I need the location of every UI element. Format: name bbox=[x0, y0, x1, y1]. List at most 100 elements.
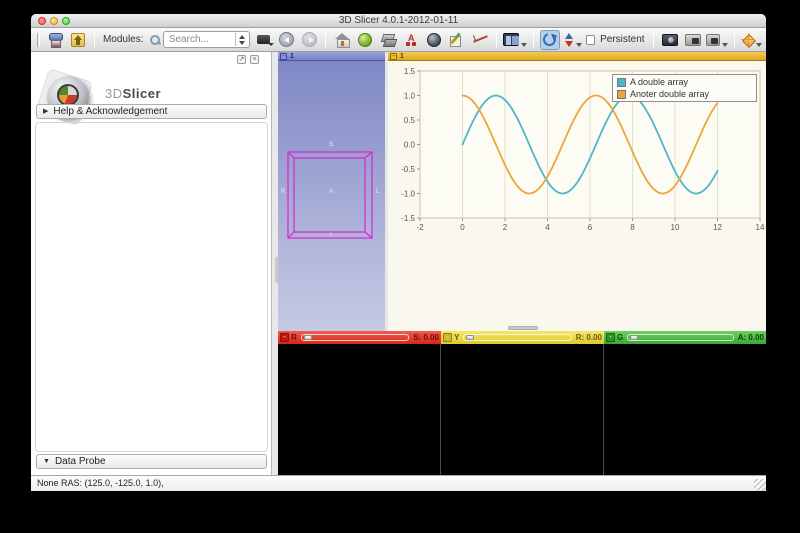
view-pin-button[interactable]: - bbox=[606, 333, 615, 342]
svg-text:-1.5: -1.5 bbox=[401, 214, 415, 223]
screenshot-button[interactable] bbox=[660, 30, 680, 50]
view-pin-button[interactable]: - bbox=[390, 53, 397, 60]
status-text: None RAS: (125.0, -125.0, 1.0), bbox=[37, 478, 164, 488]
scene-view-restore-icon bbox=[706, 34, 721, 46]
data-probe-label: Data Probe bbox=[55, 456, 106, 467]
threeD-viewport[interactable]: S I R L A bbox=[278, 61, 385, 331]
data-module-button[interactable] bbox=[378, 30, 398, 50]
green-slice-controller-bar: - G A: 0.00 bbox=[604, 331, 766, 344]
module-back-button[interactable] bbox=[276, 30, 296, 50]
extensions-module-button[interactable] bbox=[355, 30, 375, 50]
axis-label-right: R bbox=[281, 189, 285, 195]
load-data-button[interactable] bbox=[45, 30, 65, 50]
svg-text:14: 14 bbox=[756, 223, 765, 232]
yellow-slice-viewport[interactable] bbox=[441, 344, 604, 475]
persistent-checkbox[interactable] bbox=[586, 35, 596, 45]
module-history-button[interactable] bbox=[253, 30, 273, 50]
threeD-view-header[interactable]: - 1 bbox=[278, 52, 385, 61]
module-search-combobox[interactable]: Search... bbox=[163, 31, 250, 48]
svg-text:12: 12 bbox=[713, 223, 722, 232]
measurements-ruler-icon bbox=[473, 33, 488, 46]
yellow-slice-view[interactable]: - Y R: 0.00 bbox=[441, 331, 604, 475]
row-splitter-handle[interactable] bbox=[508, 326, 538, 330]
dropdown-caret-icon bbox=[576, 43, 582, 47]
green-slice-offset-slider[interactable] bbox=[627, 334, 734, 341]
toolbar-grip[interactable] bbox=[37, 33, 40, 47]
measurements-module-button[interactable] bbox=[470, 30, 490, 50]
threeD-view-tag: 1 bbox=[290, 53, 294, 60]
yellow-slice-offset-slider[interactable] bbox=[463, 334, 571, 341]
toolbar-separator bbox=[94, 32, 95, 48]
slider-handle[interactable] bbox=[466, 335, 474, 340]
toolbar-separator bbox=[653, 32, 654, 48]
logo-cutaway bbox=[57, 84, 79, 106]
view-pin-button[interactable]: - bbox=[280, 53, 287, 60]
window-title: 3D Slicer 4.0.1-2012-01-11 bbox=[31, 14, 766, 28]
editor-module-button[interactable] bbox=[447, 30, 467, 50]
collapsed-arrow-icon: ▶ bbox=[43, 105, 48, 118]
history-back-icon bbox=[279, 32, 294, 47]
view-pin-button[interactable]: - bbox=[443, 333, 452, 342]
slider-handle[interactable] bbox=[630, 335, 638, 340]
home-module-button[interactable] bbox=[332, 30, 352, 50]
models-module-button[interactable] bbox=[424, 30, 444, 50]
extensions-sphere-icon bbox=[358, 33, 372, 47]
layout-selector-button[interactable] bbox=[503, 30, 527, 50]
screenshot-icon bbox=[662, 34, 678, 46]
threeD-view[interactable]: - 1 S I R L A bbox=[278, 52, 385, 331]
search-icon[interactable] bbox=[149, 34, 160, 46]
toolbar-separator bbox=[533, 32, 534, 48]
scene-view-restore-button[interactable] bbox=[706, 30, 729, 50]
red-slice-controller-bar: - R S: 0.00 bbox=[278, 331, 441, 344]
place-mode-button[interactable] bbox=[563, 30, 583, 50]
panel-close-icon[interactable]: × bbox=[250, 55, 259, 64]
modules-label: Modules: bbox=[103, 34, 144, 45]
svg-text:-2: -2 bbox=[416, 223, 424, 232]
resize-grip-icon[interactable] bbox=[754, 479, 766, 491]
toolbar-separator bbox=[496, 32, 497, 48]
red-slice-offset-slider[interactable] bbox=[301, 334, 409, 341]
models-sphere-icon bbox=[427, 33, 441, 47]
legend-label-series1: A double array bbox=[630, 77, 688, 87]
crosshair-button[interactable] bbox=[741, 30, 762, 50]
chart-view-header[interactable]: - 1 bbox=[388, 52, 766, 61]
svg-text:1.0: 1.0 bbox=[404, 92, 416, 101]
chart-canvas[interactable]: -2024681012141.51.00.50.0-0.5-1.0-1.5 A … bbox=[388, 61, 766, 331]
svg-text:-0.5: -0.5 bbox=[401, 165, 415, 174]
scene-view-capture-button[interactable] bbox=[683, 30, 703, 50]
legend-label-series2: Anoter double array bbox=[630, 89, 709, 99]
help-acknowledgement-section[interactable]: ▶Help & Acknowledgement bbox=[36, 104, 267, 119]
combobox-stepper[interactable] bbox=[235, 33, 248, 46]
yellow-slice-offset-value: R: 0.00 bbox=[576, 333, 602, 342]
data-probe-section[interactable]: ▼Data Probe bbox=[36, 454, 267, 469]
red-slice-viewport[interactable] bbox=[278, 344, 441, 475]
panel-undock-icon[interactable]: ↗ bbox=[237, 55, 246, 64]
module-content-frame bbox=[35, 122, 268, 452]
save-scene-button[interactable] bbox=[68, 30, 88, 50]
module-search-placeholder: Search... bbox=[169, 34, 209, 45]
module-panel: ↗ × 3DSlicer ▶Help & Acknowledgement ▼Da… bbox=[31, 52, 272, 475]
module-history-icon bbox=[257, 35, 270, 44]
crosshair-star-icon bbox=[741, 33, 754, 47]
red-slice-view[interactable]: - R S: 0.00 bbox=[278, 331, 441, 475]
annotations-module-button[interactable]: A bbox=[401, 30, 421, 50]
home-icon bbox=[335, 33, 350, 46]
green-slice-view[interactable]: - G A: 0.00 bbox=[604, 331, 766, 475]
toolbar-separator bbox=[734, 32, 735, 48]
green-slice-label: G bbox=[617, 333, 623, 342]
title-bar[interactable]: 3D Slicer 4.0.1-2012-01-11 bbox=[31, 14, 766, 28]
view-pin-button[interactable]: - bbox=[280, 333, 289, 342]
green-slice-viewport[interactable] bbox=[604, 344, 766, 475]
view-transform-mode-button[interactable] bbox=[540, 30, 560, 50]
yellow-slice-label: Y bbox=[454, 333, 459, 342]
dropdown-caret-icon bbox=[756, 43, 762, 47]
chart-view[interactable]: - 1 -2024681012141.51.00.50.0-0.5-1.0-1.… bbox=[388, 52, 766, 331]
module-panel-header: ↗ × bbox=[31, 52, 271, 65]
status-bar: None RAS: (125.0, -125.0, 1.0), bbox=[31, 475, 766, 491]
svg-text:8: 8 bbox=[630, 223, 635, 232]
slider-handle[interactable] bbox=[304, 335, 312, 340]
slicer-window: 3D Slicer 4.0.1-2012-01-11 Modules: Sear… bbox=[31, 14, 766, 491]
axis-label-superior: S bbox=[329, 142, 333, 148]
module-forward-button[interactable] bbox=[299, 30, 319, 50]
editor-pencil-icon bbox=[450, 33, 464, 47]
